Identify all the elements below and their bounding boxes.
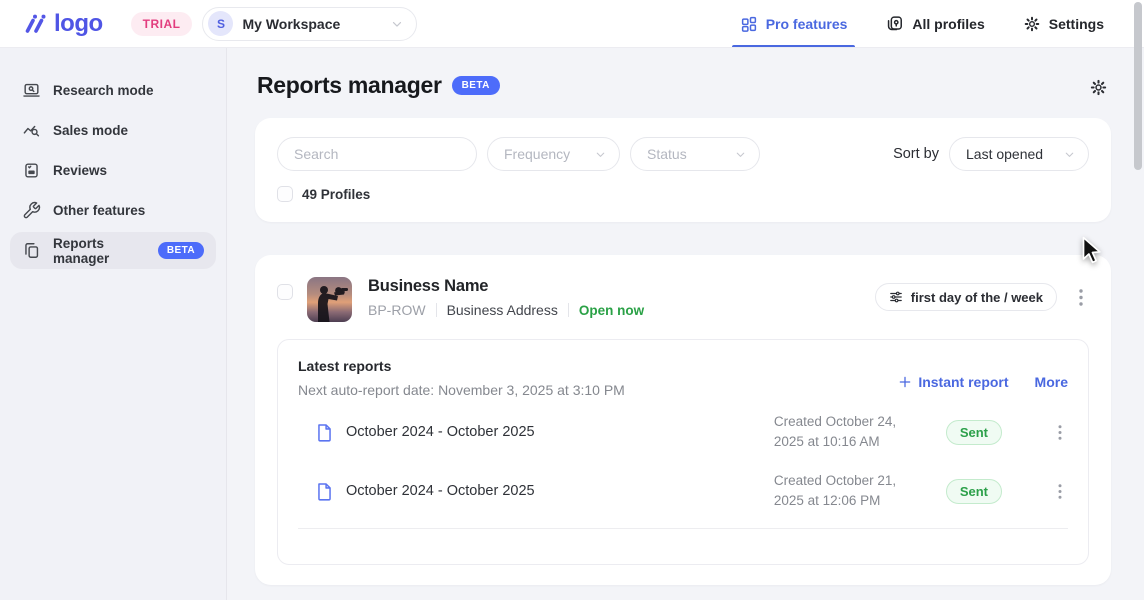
status-placeholder: Status [647,146,687,162]
wrench-icon [22,201,41,220]
status-badge: Sent [946,479,1002,504]
sidebar-item-label: Reviews [53,163,107,178]
business-name: Business Name [368,277,644,296]
nav-settings[interactable]: Settings [1023,0,1104,47]
reports-icon [22,241,41,260]
status-badge: Sent [946,420,1002,445]
report-row[interactable]: October 2024 - October 2025 Created Octo… [298,407,1068,457]
document-icon [316,482,333,501]
page-title: Reports manager [257,72,442,99]
chevron-down-icon [734,148,747,161]
nav-label: Pro features [766,16,848,32]
business-card: Business Name BP-ROW Business Address Op… [255,255,1111,585]
research-icon [22,81,41,100]
report-kebab-menu-icon[interactable] [1052,423,1068,442]
reviews-icon [22,161,41,180]
divider [436,303,437,317]
profiles-icon [885,14,904,33]
divider [298,528,1068,529]
chevron-down-icon [594,148,607,161]
sliders-icon [889,290,903,304]
grid-icon [740,15,758,33]
sidebar-item-other-features[interactable]: Other features [10,192,216,229]
nav-pro-features[interactable]: Pro features [740,0,848,47]
schedule-badge-label: first day of the / week [911,290,1043,305]
report-kebab-menu-icon[interactable] [1052,482,1068,501]
trial-badge: TRIAL [131,12,193,36]
document-icon [316,423,333,442]
select-all-checkbox[interactable] [277,186,293,202]
next-report-date: Next auto-report date: November 3, 2025 … [298,382,625,398]
sidebar-item-label: Research mode [53,83,154,98]
latest-reports-card: Latest reports Next auto-report date: No… [277,339,1089,565]
chevron-down-icon [390,17,404,31]
divider [568,303,569,317]
frequency-select[interactable]: Frequency [487,137,620,171]
search-input[interactable] [277,137,477,171]
sort-value: Last opened [966,146,1043,162]
sidebar-item-reviews[interactable]: Reviews [10,152,216,189]
business-code: BP-ROW [368,302,426,318]
workspace-selector[interactable]: S My Workspace [202,7,417,41]
nav-label: Settings [1049,16,1104,32]
filters-card: Frequency Status Sort by Last opened [255,118,1111,222]
workspace-name: My Workspace [242,16,381,32]
page-title-row: Reports manager BETA [257,72,500,99]
app-logo[interactable]: logo [22,10,103,38]
business-photo [307,277,352,322]
schedule-settings-button[interactable]: first day of the / week [875,283,1057,311]
latest-reports-title: Latest reports [298,358,625,374]
report-row[interactable]: October 2024 - October 2025 Created Octo… [298,466,1068,516]
frequency-placeholder: Frequency [504,146,570,162]
sales-icon [22,121,41,140]
beta-badge: BETA [158,242,204,259]
chevron-down-icon [1063,148,1076,161]
business-checkbox[interactable] [277,284,293,300]
sidebar-item-reports-manager[interactable]: Reports manager BETA [10,232,216,269]
more-button[interactable]: More [1035,374,1068,390]
main-content: Reports manager BETA Frequency Status [227,48,1144,600]
nav-all-profiles[interactable]: All profiles [885,0,984,47]
sidebar: Research mode Sales mode Reviews Other f… [0,48,227,600]
instant-report-button[interactable]: Instant report [898,374,1008,390]
beta-badge: BETA [452,76,500,95]
logo-mark-icon [22,11,48,37]
sidebar-item-label: Other features [53,203,145,218]
gear-icon [1023,15,1041,33]
sort-by-label: Sort by [893,146,939,162]
top-header: logo TRIAL S My Workspace Pro features [0,0,1144,48]
scrollbar-thumb[interactable] [1134,2,1142,170]
business-address: Business Address [447,302,558,318]
open-status: Open now [579,303,644,318]
report-created: Created October 21, 2025 at 12:06 PM [774,471,924,510]
sort-select[interactable]: Last opened [949,137,1089,171]
plus-icon [898,375,912,389]
workspace-avatar: S [208,11,233,36]
logo-text: logo [54,10,103,38]
sidebar-item-sales-mode[interactable]: Sales mode [10,112,216,149]
reports-settings-gear-icon[interactable] [1089,78,1108,97]
report-title: October 2024 - October 2025 [346,424,774,440]
sidebar-item-research-mode[interactable]: Research mode [10,72,216,109]
header-nav: Pro features All profiles [740,0,1118,47]
business-kebab-menu-icon[interactable] [1073,287,1089,308]
sidebar-item-label: Reports manager [53,236,146,266]
sidebar-item-label: Sales mode [53,123,128,138]
report-title: October 2024 - October 2025 [346,483,774,499]
nav-label: All profiles [912,16,984,32]
report-created: Created October 24, 2025 at 10:16 AM [774,412,924,451]
profiles-count: 49 Profiles [302,187,370,202]
status-select[interactable]: Status [630,137,760,171]
instant-report-label: Instant report [918,374,1008,390]
